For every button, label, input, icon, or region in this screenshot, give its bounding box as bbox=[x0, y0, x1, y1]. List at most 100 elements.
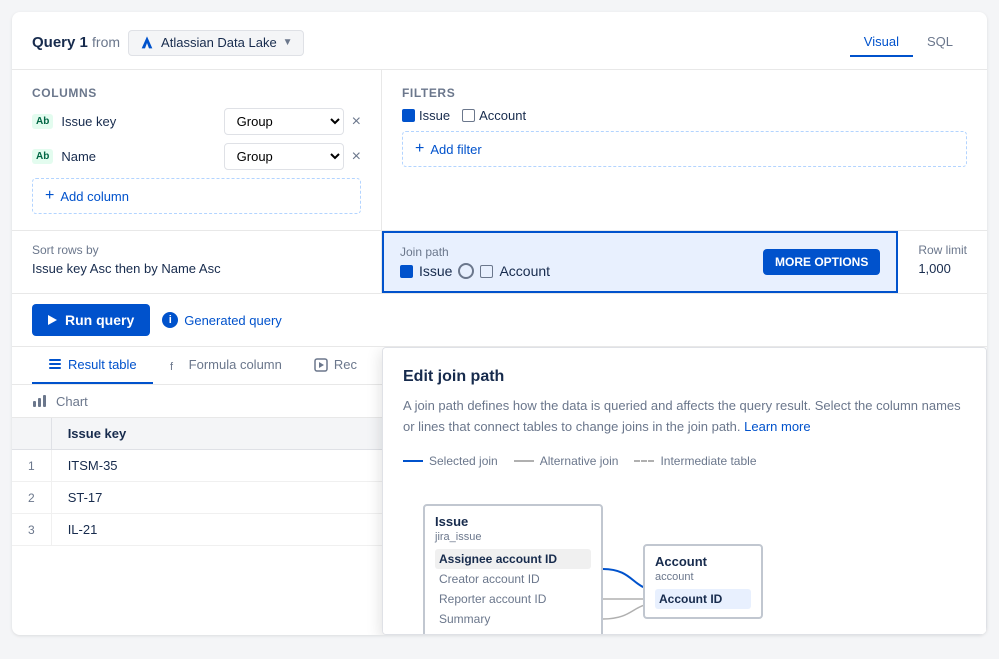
row-limit-label: Row limit bbox=[918, 243, 967, 257]
tab-rec[interactable]: Rec bbox=[298, 347, 373, 384]
run-query-label: Run query bbox=[65, 312, 134, 328]
chart-icon bbox=[32, 393, 48, 409]
join-issue-label: Issue bbox=[419, 263, 452, 279]
filters-label: Filters bbox=[402, 86, 967, 100]
issue-field-2[interactable]: Reporter account ID bbox=[435, 589, 591, 609]
row-num-2: 2 bbox=[12, 482, 51, 514]
add-column-label: Add column bbox=[60, 189, 129, 204]
join-path-items: Issue Account bbox=[400, 263, 755, 279]
rec-label: Rec bbox=[334, 357, 357, 372]
popup-description: A join path defines how the data is quer… bbox=[403, 396, 966, 438]
generated-query-button[interactable]: i Generated query bbox=[162, 312, 282, 328]
columns-label: Columns bbox=[32, 86, 361, 100]
column-row-0: Ab Issue key Group Count Sum × bbox=[32, 108, 361, 135]
col-remove-0[interactable]: × bbox=[352, 114, 361, 130]
add-filter-label: Add filter bbox=[430, 142, 481, 157]
selected-join-line bbox=[403, 460, 423, 462]
filter-items: Issue Account bbox=[402, 108, 967, 123]
col-name-1: Name bbox=[61, 149, 215, 164]
learn-more-link[interactable]: Learn more bbox=[744, 419, 810, 434]
join-path-section: Join path Issue Account MORE OPTIONS bbox=[382, 231, 898, 293]
columns-section: Columns Ab Issue key Group Count Sum × A… bbox=[12, 70, 382, 230]
col-group-select-0[interactable]: Group Count Sum bbox=[224, 108, 344, 135]
tab-visual[interactable]: Visual bbox=[850, 28, 913, 57]
data-source-selector[interactable]: Atlassian Data Lake ▼ bbox=[128, 30, 304, 56]
row-limit-value: 1,000 bbox=[918, 261, 967, 276]
inter-table-label: Intermediate table bbox=[660, 454, 756, 468]
issue-field-0[interactable]: Assignee account ID bbox=[435, 549, 591, 569]
issue-box-sub: jira_issue bbox=[435, 531, 591, 543]
filter-issue: Issue bbox=[402, 108, 450, 123]
legend-row: Selected join Alternative join Intermedi… bbox=[403, 454, 966, 468]
account-box-title: Account bbox=[655, 554, 751, 569]
issue-diagram-box: Issue jira_issue Assignee account ID Cre… bbox=[423, 504, 603, 635]
page-header: Query 1 from Atlassian Data Lake ▼ Visua… bbox=[12, 12, 987, 70]
join-diagram: Issue jira_issue Assignee account ID Cre… bbox=[403, 484, 966, 635]
alt-join-line bbox=[514, 460, 534, 462]
query-from-text: from bbox=[92, 34, 120, 50]
generated-query-label: Generated query bbox=[184, 313, 282, 328]
col-type-icon-1: Ab bbox=[32, 149, 53, 164]
col-remove-1[interactable]: × bbox=[352, 149, 361, 165]
bottom-area: Result table f Formula column Rec Chart bbox=[12, 347, 987, 635]
join-path-popup: Edit join path A join path defines how t… bbox=[382, 347, 987, 635]
selected-join-label: Selected join bbox=[429, 454, 498, 468]
formula-column-label: Formula column bbox=[189, 357, 282, 372]
filters-section: Filters Issue Account + Add filter bbox=[382, 70, 987, 230]
rec-icon bbox=[314, 358, 328, 372]
data-source-label: Atlassian Data Lake bbox=[161, 35, 277, 50]
issue-field-3[interactable]: Summary bbox=[435, 609, 591, 629]
join-path-content: Join path Issue Account bbox=[400, 245, 755, 279]
col-group-select-1[interactable]: Group Count Sum bbox=[224, 143, 344, 170]
filter-account-label: Account bbox=[479, 108, 526, 123]
plus-icon: + bbox=[45, 187, 54, 205]
row-num-header bbox=[12, 418, 51, 450]
join-account-label: Account bbox=[499, 263, 550, 279]
tab-formula-column[interactable]: f Formula column bbox=[153, 347, 298, 384]
account-field-0[interactable]: Account ID bbox=[655, 589, 751, 609]
sort-label: Sort rows by bbox=[32, 243, 361, 257]
add-column-button[interactable]: + Add column bbox=[32, 178, 361, 214]
columns-filters-area: Columns Ab Issue key Group Count Sum × A… bbox=[12, 70, 987, 231]
atlassian-icon bbox=[139, 35, 155, 51]
legend-alternative: Alternative join bbox=[514, 454, 619, 468]
popup-title: Edit join path bbox=[403, 368, 966, 386]
header-left: Query 1 from Atlassian Data Lake ▼ bbox=[32, 30, 304, 56]
popup-desc-text: A join path defines how the data is quer… bbox=[403, 398, 961, 434]
join-issue-icon bbox=[400, 265, 413, 278]
column-row-1: Ab Name Group Count Sum × bbox=[32, 143, 361, 170]
row-num-3: 3 bbox=[12, 514, 51, 546]
sort-value: Issue key Asc then by Name Asc bbox=[32, 261, 361, 276]
query-title-text: Query 1 bbox=[32, 34, 88, 51]
action-bar: Run query i Generated query bbox=[12, 294, 987, 347]
issue-box-title: Issue bbox=[435, 514, 591, 529]
view-tabs: Visual SQL bbox=[850, 28, 967, 57]
col-type-icon-0: Ab bbox=[32, 114, 53, 129]
sort-section: Sort rows by Issue key Asc then by Name … bbox=[12, 231, 382, 293]
tab-result-table[interactable]: Result table bbox=[32, 347, 153, 384]
account-filter-icon bbox=[462, 109, 475, 122]
plus-icon-filter: + bbox=[415, 140, 424, 158]
join-account-icon bbox=[480, 265, 493, 278]
account-diagram-box: Account account Account ID bbox=[643, 544, 763, 619]
svg-text:f: f bbox=[170, 361, 174, 372]
row-num-1: 1 bbox=[12, 450, 51, 482]
chart-label-text: Chart bbox=[56, 394, 88, 409]
filter-account: Account bbox=[462, 108, 526, 123]
col-name-0: Issue key bbox=[61, 114, 215, 129]
chevron-down-icon: ▼ bbox=[283, 37, 293, 48]
join-connector-icon bbox=[458, 263, 474, 279]
issue-field-1[interactable]: Creator account ID bbox=[435, 569, 591, 589]
filter-issue-label: Issue bbox=[419, 108, 450, 123]
add-filter-button[interactable]: + Add filter bbox=[402, 131, 967, 167]
more-options-button[interactable]: MORE OPTIONS bbox=[763, 249, 880, 275]
run-query-button[interactable]: Run query bbox=[32, 304, 150, 336]
account-box-sub: account bbox=[655, 571, 751, 583]
alt-join-label: Alternative join bbox=[540, 454, 619, 468]
tab-sql[interactable]: SQL bbox=[913, 28, 967, 57]
legend-intermediate: Intermediate table bbox=[634, 454, 756, 468]
result-table-label: Result table bbox=[68, 357, 137, 372]
sort-join-row: Sort rows by Issue key Asc then by Name … bbox=[12, 231, 987, 294]
join-path-label: Join path bbox=[400, 245, 755, 259]
inter-table-line bbox=[634, 460, 654, 462]
